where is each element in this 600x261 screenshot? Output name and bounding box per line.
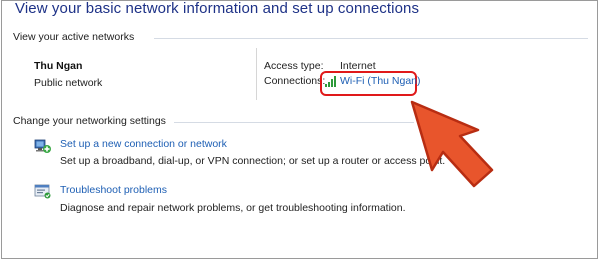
change-settings-header: Change your networking settings — [13, 115, 166, 127]
wifi-signal-icon — [325, 76, 336, 87]
column-divider — [256, 48, 257, 100]
troubleshoot-link[interactable]: Troubleshoot problems — [60, 184, 167, 196]
active-networks-header: View your active networks — [13, 31, 135, 43]
troubleshoot-icon — [34, 184, 51, 199]
network-category: Public network — [34, 77, 103, 89]
troubleshoot-description: Diagnose and repair network problems, or… — [60, 202, 406, 214]
connections-label: Connections: — [264, 75, 326, 87]
page-title: View your basic network information and … — [15, 0, 420, 17]
setup-connection-link[interactable]: Set up a new connection or network — [60, 138, 227, 150]
network-center-panel: View your basic network information and … — [1, 0, 598, 259]
access-type-label: Access type: — [264, 60, 324, 72]
new-connection-icon — [34, 139, 51, 153]
section-divider — [154, 38, 588, 39]
section-divider — [174, 122, 414, 123]
pointer-arrow-icon — [410, 100, 494, 188]
wifi-connection-link[interactable]: Wi-Fi (Thu Ngan) — [340, 75, 421, 87]
setup-connection-description: Set up a broadband, dial-up, or VPN conn… — [60, 155, 446, 167]
network-name: Thu Ngan — [34, 60, 83, 72]
